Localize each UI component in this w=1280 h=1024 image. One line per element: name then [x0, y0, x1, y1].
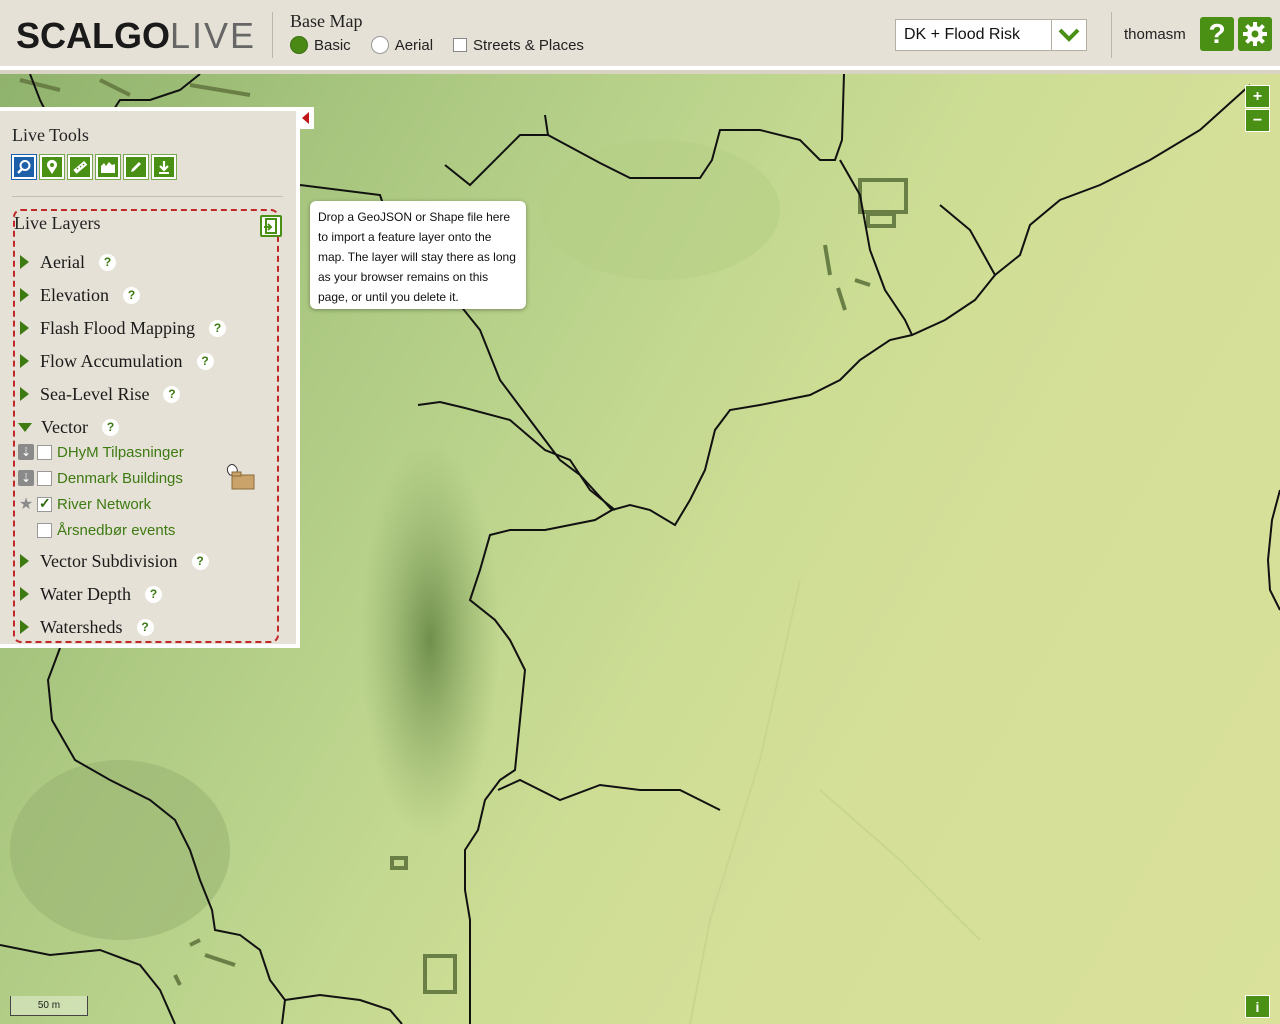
chevron-right-icon: [20, 255, 29, 269]
terrain-tool-button[interactable]: [95, 154, 121, 180]
scenario-select[interactable]: DK + Flood Risk: [895, 19, 1087, 51]
chevron-right-icon: [20, 554, 29, 568]
help-icon[interactable]: ?: [209, 319, 227, 337]
help-icon: ?: [1208, 18, 1226, 49]
help-icon[interactable]: ?: [101, 418, 119, 436]
username[interactable]: thomasm: [1124, 26, 1186, 43]
info-button[interactable]: i: [1245, 995, 1270, 1018]
sublayer-arsnedbor-events[interactable]: Årsnedbør events: [18, 520, 175, 540]
live-tools-title: Live Tools: [12, 125, 89, 145]
scalgo-live-logo: SCALGOLIVE: [16, 15, 257, 56]
sublayer-checkbox[interactable]: [37, 444, 52, 460]
panel-separator: [12, 196, 283, 197]
live-panel: Live Tools Live Layers Aerial? Elevation…: [0, 107, 300, 648]
help-icon[interactable]: ?: [163, 385, 181, 403]
sublayer-checkbox[interactable]: [37, 470, 52, 486]
basemap-aerial-option[interactable]: Aerial: [370, 36, 433, 54]
ruler-icon: [73, 160, 88, 174]
header-divider: [1111, 12, 1112, 58]
drag-cursor-icon: [226, 463, 256, 496]
chevron-down-icon: [18, 422, 32, 432]
chevron-right-icon: [20, 321, 29, 335]
chevron-right-icon: [20, 620, 29, 634]
layer-group-sea-level-rise[interactable]: Sea-Level Rise?: [18, 382, 181, 406]
layer-group-flash-flood-mapping[interactable]: Flash Flood Mapping?: [18, 316, 227, 340]
chevron-right-icon: [20, 387, 29, 401]
layer-group-vector-subdivision[interactable]: Vector Subdivision?: [18, 549, 209, 573]
download-icon: [159, 161, 169, 174]
layer-group-flow-accumulation[interactable]: Flow Accumulation?: [18, 349, 214, 373]
help-icon[interactable]: ?: [196, 352, 214, 370]
basemap-title: Base Map: [290, 11, 363, 31]
download-icon[interactable]: ⇣: [18, 470, 34, 486]
streets-places-checkbox[interactable]: [453, 38, 468, 52]
pencil-icon: [131, 162, 141, 172]
location-tool-button[interactable]: [39, 154, 65, 180]
settings-button[interactable]: [1238, 17, 1272, 51]
layer-group-elevation[interactable]: Elevation?: [18, 283, 140, 307]
chevron-right-icon: [20, 587, 29, 601]
chevron-right-icon: [20, 288, 29, 302]
hill-shading: [540, 140, 780, 280]
chevron-left-icon: [301, 112, 309, 124]
star-icon[interactable]: ★: [19, 494, 33, 514]
valley-shading: [10, 760, 230, 940]
help-button[interactable]: ?: [1200, 17, 1234, 51]
help-icon[interactable]: ?: [145, 585, 163, 603]
track-line: [689, 579, 801, 1024]
help-icon[interactable]: ?: [191, 552, 209, 570]
import-file-icon: [264, 218, 277, 234]
layer-group-watersheds[interactable]: Watersheds?: [18, 615, 154, 639]
gear-icon: [1243, 22, 1267, 46]
streets-places-option[interactable]: Streets & Places: [453, 37, 584, 54]
draw-tool-button[interactable]: [123, 154, 149, 180]
zoom-out-button[interactable]: −: [1245, 109, 1270, 132]
sublayer-checkbox[interactable]: [37, 495, 52, 512]
valley-shading: [360, 440, 500, 840]
chevron-right-icon: [20, 354, 29, 368]
top-bar: SCALGOLIVE Base Map Basic Aerial Streets…: [0, 0, 1280, 70]
basemap-basic-option[interactable]: Basic: [290, 36, 351, 54]
layer-group-aerial[interactable]: Aerial?: [18, 250, 116, 274]
live-tools-bar: [11, 154, 180, 180]
sublayer-denmark-buildings[interactable]: ⇣ Denmark Buildings: [18, 468, 183, 488]
search-tool-button[interactable]: [11, 154, 37, 180]
location-pin-icon: [47, 159, 57, 174]
download-icon[interactable]: ⇣: [18, 444, 34, 460]
basemap-options: Basic Aerial Streets & Places: [290, 36, 604, 54]
layer-group-water-depth[interactable]: Water Depth?: [18, 582, 163, 606]
download-tool-button[interactable]: [151, 154, 177, 180]
chevron-down-icon[interactable]: [1051, 20, 1086, 50]
search-icon: [17, 160, 31, 174]
sublayer-river-network[interactable]: ★ River Network: [18, 494, 151, 514]
help-icon[interactable]: ?: [136, 618, 154, 636]
scale-bar: 50 m: [10, 996, 88, 1016]
header-divider: [272, 12, 273, 58]
track-line: [819, 789, 981, 941]
help-icon[interactable]: ?: [98, 253, 116, 271]
import-layer-button[interactable]: [260, 215, 282, 237]
help-icon[interactable]: ?: [122, 286, 140, 304]
drop-file-tooltip: Drop a GeoJSON or Shape file here to imp…: [310, 201, 526, 309]
layer-group-vector[interactable]: Vector?: [18, 415, 119, 439]
terrain-icon: [101, 162, 115, 173]
collapse-panel-button[interactable]: [296, 107, 314, 129]
zoom-in-button[interactable]: +: [1245, 85, 1270, 108]
basemap-basic-radio[interactable]: [290, 36, 308, 54]
measure-tool-button[interactable]: [67, 154, 93, 180]
basemap-aerial-radio[interactable]: [370, 36, 389, 54]
sublayer-dhym-tilpasninger[interactable]: ⇣ DHyM Tilpasninger: [18, 442, 184, 462]
sublayer-checkbox[interactable]: [37, 522, 52, 538]
scenario-select-value: DK + Flood Risk: [904, 26, 1021, 43]
